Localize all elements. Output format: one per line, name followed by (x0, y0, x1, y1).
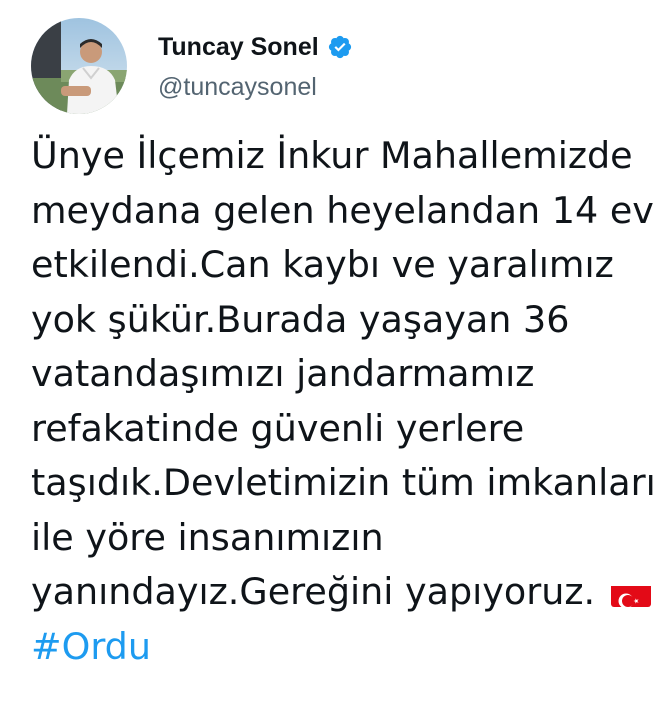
tweet-text-line: etkilendi.Can kaybı ve yaralımız (31, 243, 614, 286)
tweet-text-line: taşıdık.Devletimizin tüm imkanları (31, 461, 656, 504)
tweet-text-line-content: yanındayız.Gereğini yapıyoruz. (31, 570, 596, 613)
avatar[interactable] (31, 18, 127, 114)
turkey-flag-icon (611, 577, 652, 607)
author-name-row: Tuncay Sonel (158, 30, 353, 64)
tweet-text-line: yok şükür.Burada yaşayan 36 (31, 297, 570, 341)
author-handle[interactable]: @tuncaysonel (158, 73, 317, 102)
tweet-text-line: ile yöre insanımızın (31, 515, 384, 559)
tweet-text-line: meydana gelen heyelandan 14 ev (31, 188, 654, 232)
tweet-text-line: Ünye İlçemiz İnkur Mahallemizde (31, 134, 633, 177)
tweet: Tuncay Sonel @tuncaysonel Ünye İlçemiz İ… (0, 0, 670, 707)
verified-badge-icon (327, 34, 353, 60)
tweet-text-line: vatandaşımızı jandarmamız (31, 352, 535, 395)
hashtag-link[interactable]: #Ordu (31, 620, 670, 675)
author-display-name[interactable]: Tuncay Sonel (158, 33, 319, 62)
profile-photo-icon (31, 18, 127, 114)
tweet-text: Ünye İlçemiz İnkur Mahallemizde meydana … (31, 129, 670, 674)
tweet-text-line: refakatinde güvenli yerlere (31, 406, 525, 450)
tweet-text-line-last: yanındayız.Gereğini yapıyoruz. (31, 565, 670, 620)
